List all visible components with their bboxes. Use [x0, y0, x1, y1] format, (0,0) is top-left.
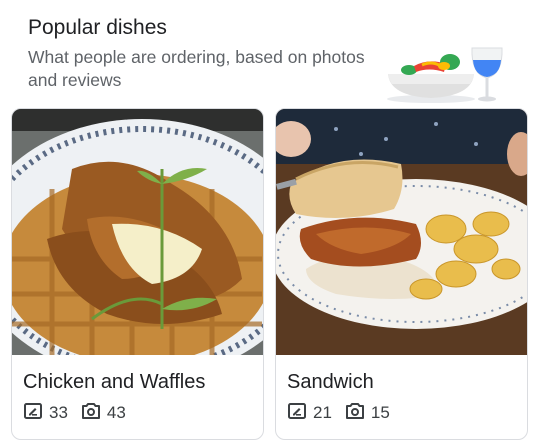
dish-stats: 33 43: [23, 401, 139, 425]
section-title: Popular dishes: [28, 16, 167, 39]
dish-photo-sandwich[interactable]: [276, 109, 527, 355]
dish-stats: 21 15: [287, 401, 403, 425]
camera-icon: [81, 401, 107, 426]
dish-name: Chicken and Waffles: [23, 371, 206, 393]
review-count-value: 33: [49, 403, 68, 422]
photo-count: 43: [81, 401, 126, 426]
review-icon: [287, 401, 313, 426]
review-icon: [23, 401, 49, 426]
review-count: 21: [287, 401, 332, 426]
camera-icon: [345, 401, 371, 426]
dish-photo-chicken-and-waffles[interactable]: [12, 109, 263, 355]
dish-name: Sandwich: [287, 371, 374, 393]
photo-count: 15: [345, 401, 390, 426]
food-illustration: [384, 44, 506, 106]
popular-dishes-header: Popular dishes What people are ordering,…: [28, 14, 388, 92]
dish-card-chicken-and-waffles[interactable]: Chicken and Waffles 33 43: [11, 108, 264, 440]
photo-count-value: 15: [370, 403, 390, 422]
review-count: 33: [23, 401, 68, 426]
section-subtitle: What people are ordering, based on photo…: [28, 47, 365, 90]
dish-card-sandwich[interactable]: Sandwich 21 15: [275, 108, 528, 440]
review-count-value: 21: [313, 403, 332, 422]
photo-count-value: 43: [106, 403, 126, 422]
